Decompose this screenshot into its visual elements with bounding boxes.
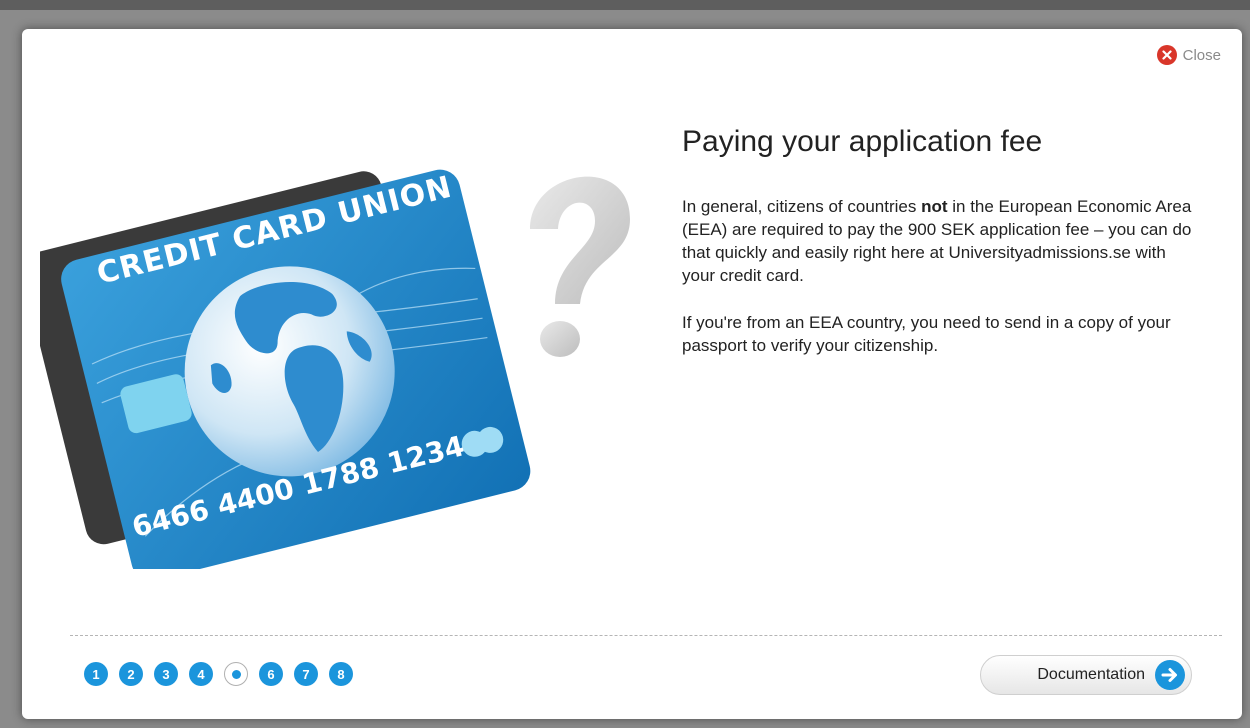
- question-mark-icon: [530, 176, 630, 357]
- close-label[interactable]: Close: [1183, 47, 1221, 64]
- credit-card-illustration: CREDIT CARD UNION 6466 4400 1788 1234: [21, 109, 640, 581]
- close-button[interactable]: Close: [1156, 45, 1221, 65]
- pager-step-2[interactable]: 2: [119, 662, 143, 686]
- close-icon[interactable]: [1156, 45, 1177, 65]
- documentation-next-button[interactable]: Documentation: [980, 655, 1192, 695]
- pager-step-3[interactable]: 3: [154, 662, 178, 686]
- modal-body: In general, citizens of countries not in…: [682, 195, 1197, 381]
- pager-step-1[interactable]: 1: [84, 662, 108, 686]
- footer-divider: [70, 635, 1222, 636]
- pager-step-8[interactable]: 8: [329, 662, 353, 686]
- info-modal: Close CREDIT CARD UNION 6466 4400 1788 1…: [21, 29, 1242, 719]
- paragraph-fee-text-start: In general, citizens of countries: [682, 197, 922, 216]
- modal-title: Paying your application fee: [682, 125, 1043, 159]
- documentation-label[interactable]: Documentation: [1037, 666, 1145, 684]
- paragraph-eea: If you're from an EEA country, you need …: [682, 313, 1171, 355]
- step-pager: 1234 678: [84, 662, 353, 686]
- pager-step-5[interactable]: [224, 662, 248, 686]
- pager-step-4[interactable]: 4: [189, 662, 213, 686]
- background-top-bar: [0, 0, 1250, 10]
- pager-step-7[interactable]: 7: [294, 662, 318, 686]
- paragraph-fee: In general, citizens of countries not in…: [682, 195, 1197, 287]
- arrow-right-icon[interactable]: [1155, 660, 1185, 690]
- current-step-icon: [231, 669, 241, 679]
- paragraph-fee-emphasis: not: [921, 197, 948, 216]
- pager-step-6[interactable]: 6: [259, 662, 283, 686]
